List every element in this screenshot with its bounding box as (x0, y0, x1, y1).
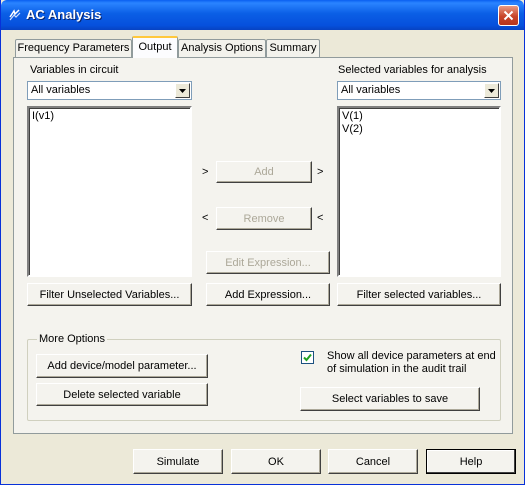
close-button[interactable] (498, 5, 519, 26)
selected-variables-label: Selected variables for analysis (338, 64, 487, 76)
cancel-button[interactable]: Cancel (328, 449, 418, 474)
chevron-down-icon[interactable] (484, 83, 499, 98)
tab-summary[interactable]: Summary (266, 39, 320, 57)
variables-in-circuit-label: Variables in circuit (30, 64, 119, 76)
chevron-down-icon[interactable] (175, 83, 190, 98)
show-device-params-label-line2: of simulation in the audit trail (327, 363, 467, 375)
variables-in-circuit-list[interactable]: I(v1) (27, 106, 192, 277)
left-filter-value: All variables (31, 84, 91, 96)
title-bar[interactable]: AC Analysis (1, 0, 524, 30)
tab-output[interactable]: Output (132, 36, 178, 58)
delete-selected-variable-button[interactable]: Delete selected variable (36, 383, 208, 406)
show-device-params-checkbox[interactable] (301, 351, 314, 364)
add-device-model-parameter-button[interactable]: Add device/model parameter... (36, 354, 208, 378)
list-item[interactable]: I(v1) (29, 110, 190, 123)
chevron-left-icon: < (202, 212, 209, 224)
app-icon (9, 9, 21, 21)
right-filter-value: All variables (341, 84, 401, 96)
ok-button[interactable]: OK (231, 449, 321, 474)
window-title: AC Analysis (26, 7, 102, 22)
show-device-params-label-line1: Show all device parameters at end (327, 350, 496, 362)
add-expression-button[interactable]: Add Expression... (206, 283, 330, 306)
remove-button[interactable]: Remove (216, 207, 312, 230)
close-icon (503, 10, 514, 21)
chevron-left-icon: < (317, 212, 324, 224)
filter-unselected-variables-button[interactable]: Filter Unselected Variables... (27, 283, 192, 306)
help-button[interactable]: Help (426, 449, 516, 474)
selected-variables-list[interactable]: V(1) V(2) (337, 106, 501, 277)
chevron-right-icon: > (202, 166, 209, 178)
chevron-right-icon: > (317, 166, 324, 178)
more-options-title: More Options (37, 333, 108, 345)
filter-selected-variables-button[interactable]: Filter selected variables... (337, 283, 501, 306)
select-variables-to-save-button[interactable]: Select variables to save (300, 387, 480, 411)
ac-analysis-dialog: AC Analysis Frequency Parameters Output … (0, 0, 525, 485)
left-filter-select[interactable]: All variables (27, 81, 192, 100)
simulate-button[interactable]: Simulate (133, 449, 223, 474)
checkmark-icon (303, 353, 312, 362)
right-filter-select[interactable]: All variables (337, 81, 501, 100)
edit-expression-button[interactable]: Edit Expression... (206, 251, 330, 274)
tab-analysis-options[interactable]: Analysis Options (178, 39, 266, 57)
list-item[interactable]: V(2) (339, 123, 499, 136)
list-item[interactable]: V(1) (339, 110, 499, 123)
add-button[interactable]: Add (216, 161, 312, 183)
tab-frequency-parameters[interactable]: Frequency Parameters (15, 39, 132, 57)
